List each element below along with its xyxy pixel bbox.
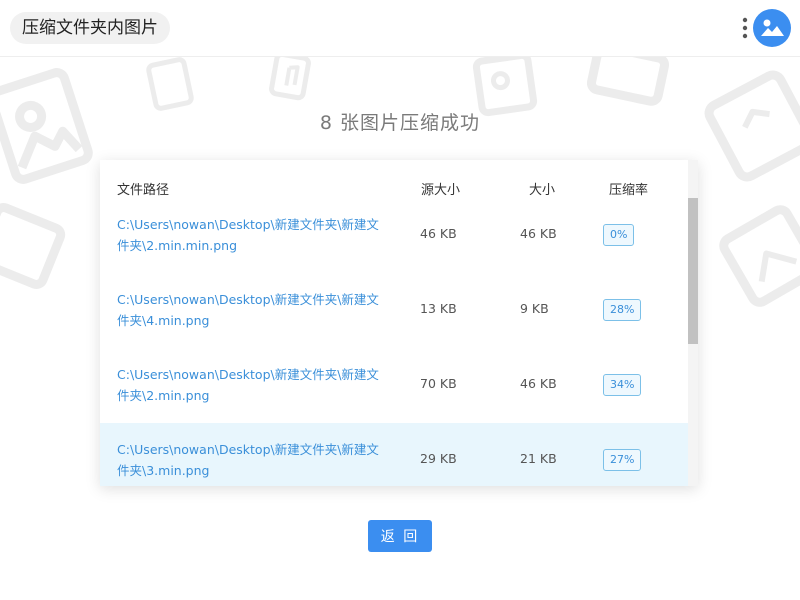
column-header-ratio: 压缩率 xyxy=(609,183,649,198)
background-right-doodle-icon xyxy=(719,205,800,307)
column-header-size: 大小 xyxy=(529,183,556,198)
ratio-badge: 28% xyxy=(603,299,642,321)
table-row[interactable]: C:\Users\nowan\Desktop\新建文件夹\新建文件夹\2.min… xyxy=(100,198,688,274)
file-path-link[interactable]: C:\Users\nowan\Desktop\新建文件夹\新建文件夹\4.min… xyxy=(117,289,379,331)
background-file-doodle-icon xyxy=(146,57,194,111)
ratio-badge: 0% xyxy=(603,224,635,246)
ratio-badge: 34% xyxy=(603,374,642,396)
source-size-cell: 13 KB xyxy=(420,301,457,316)
table-scrollbar-thumb[interactable] xyxy=(688,198,698,344)
table-row[interactable]: C:\Users\nowan\Desktop\新建文件夹\新建文件夹\2.min… xyxy=(100,348,688,424)
source-size-cell: 29 KB xyxy=(420,451,457,466)
app-header: 压缩文件夹内图片 xyxy=(0,0,800,57)
source-size-cell: 46 KB xyxy=(420,226,457,241)
image-app-icon[interactable] xyxy=(753,9,791,47)
file-path-link[interactable]: C:\Users\nowan\Desktop\新建文件夹\新建文件夹\2.min… xyxy=(117,214,379,256)
background-picture-doodle-icon xyxy=(472,56,538,117)
table-header: 文件路径 源大小 大小 压缩率 xyxy=(100,160,688,200)
column-header-path: 文件路径 xyxy=(117,183,170,198)
results-table: 文件路径 源大小 大小 压缩率 C:\Users\nowan\Desktop\新… xyxy=(100,160,698,486)
table-row-selected[interactable]: C:\Users\nowan\Desktop\新建文件夹\新建文件夹\3.min… xyxy=(100,423,688,486)
table-row[interactable]: C:\Users\nowan\Desktop\新建文件夹\新建文件夹\4.min… xyxy=(100,273,688,349)
background-document-doodle-icon xyxy=(586,56,670,106)
result-headline: 8 张图片压缩成功 xyxy=(319,112,481,134)
size-cell: 46 KB xyxy=(520,376,557,391)
file-path-link[interactable]: C:\Users\nowan\Desktop\新建文件夹\新建文件夹\2.min… xyxy=(117,364,379,406)
file-path-link[interactable]: C:\Users\nowan\Desktop\新建文件夹\新建文件夹\3.min… xyxy=(117,439,379,481)
background-music-doodle-icon xyxy=(269,56,311,101)
ratio-badge: 27% xyxy=(603,449,642,471)
size-cell: 9 KB xyxy=(520,301,549,316)
source-size-cell: 70 KB xyxy=(420,376,457,391)
background-left-doodle-icon xyxy=(0,203,66,289)
back-button[interactable]: 返 回 xyxy=(368,520,432,552)
more-vertical-icon[interactable] xyxy=(740,16,750,40)
size-cell: 21 KB xyxy=(520,451,557,466)
window-title: 压缩文件夹内图片 xyxy=(10,12,170,44)
column-header-source-size: 源大小 xyxy=(421,183,461,198)
size-cell: 46 KB xyxy=(520,226,557,241)
